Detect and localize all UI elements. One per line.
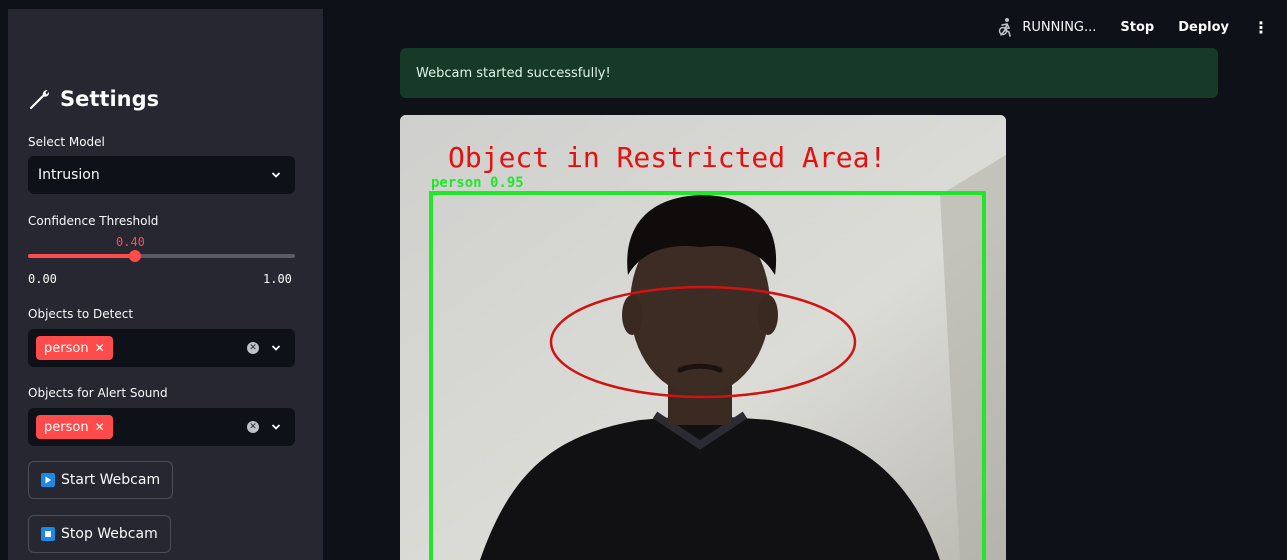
- restricted-area-warning: Object in Restricted Area!: [448, 141, 886, 174]
- objects-detect-multiselect[interactable]: person ✕ ✕: [28, 329, 295, 367]
- app-root: Settings Select Model Intrusion Confiden…: [0, 0, 1287, 560]
- slider-max-value: 1.00: [263, 272, 292, 286]
- sidebar: Settings Select Model Intrusion Confiden…: [8, 9, 323, 560]
- header-toolbar: RUNNING... Stop Deploy ⋮: [996, 9, 1287, 45]
- running-figure-icon: [999, 18, 1012, 37]
- webcam-frame: person 0.95 Object in Restricted Area!: [400, 115, 1006, 560]
- confidence-label: Confidence Threshold: [28, 214, 159, 228]
- detect-tag-label: person: [44, 340, 89, 356]
- play-icon: [41, 473, 55, 487]
- sidebar-title: Settings: [28, 87, 159, 111]
- running-status-text: RUNNING...: [1022, 19, 1097, 35]
- deploy-button[interactable]: Deploy: [1178, 20, 1229, 35]
- running-status: RUNNING...: [996, 17, 1096, 37]
- alert-tag[interactable]: person ✕: [36, 415, 113, 439]
- stop-icon: [41, 527, 55, 541]
- chevron-down-icon[interactable]: [271, 343, 281, 353]
- success-alert-text: Webcam started successfully!: [416, 65, 611, 81]
- slider-thumb[interactable]: [129, 250, 141, 262]
- objects-detect-label: Objects to Detect: [28, 307, 134, 321]
- success-alert: Webcam started successfully!: [400, 48, 1218, 98]
- stop-webcam-label: Stop Webcam: [61, 526, 158, 542]
- objects-alert-label: Objects for Alert Sound: [28, 386, 168, 400]
- detect-tag[interactable]: person ✕: [36, 336, 113, 360]
- vertical-dots-icon[interactable]: ⋮: [1253, 18, 1269, 37]
- chevron-down-icon[interactable]: [271, 422, 281, 432]
- select-model-label: Select Model: [28, 135, 105, 149]
- wrench-icon: [29, 90, 50, 110]
- slider-fill: [28, 254, 135, 258]
- clear-icon[interactable]: ✕: [247, 421, 259, 433]
- clear-icon[interactable]: ✕: [247, 342, 259, 354]
- start-webcam-label: Start Webcam: [61, 472, 161, 488]
- stop-button[interactable]: Stop: [1120, 20, 1154, 35]
- confidence-slider[interactable]: [28, 250, 295, 262]
- slider-min-value: 0.00: [28, 272, 57, 286]
- remove-tag-icon[interactable]: ✕: [95, 341, 105, 355]
- stop-webcam-button[interactable]: Stop Webcam: [28, 515, 171, 553]
- start-webcam-button[interactable]: Start Webcam: [28, 461, 174, 499]
- alert-tag-label: person: [44, 419, 89, 435]
- model-select-value: Intrusion: [38, 167, 100, 183]
- model-select[interactable]: Intrusion: [28, 156, 295, 194]
- remove-tag-icon[interactable]: ✕: [95, 420, 105, 434]
- webcam-image: person 0.95 Object in Restricted Area!: [400, 115, 1006, 560]
- settings-heading: Settings: [60, 87, 160, 111]
- confidence-value: 0.40: [116, 235, 145, 249]
- detection-label: person 0.95: [431, 175, 524, 191]
- objects-alert-multiselect[interactable]: person ✕ ✕: [28, 408, 295, 446]
- chevron-down-icon: [271, 172, 281, 178]
